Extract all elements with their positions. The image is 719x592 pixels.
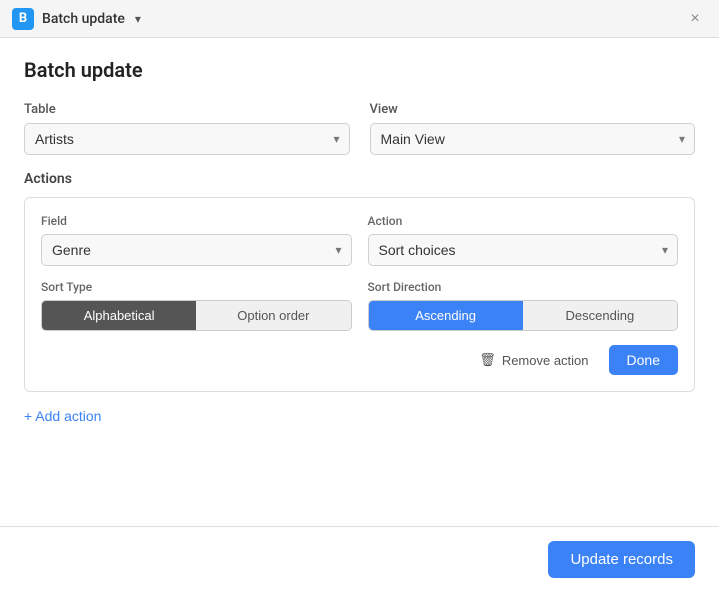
sort-direction-label: Sort Direction <box>368 280 679 294</box>
field-group: Field Genre ▾ <box>41 214 352 266</box>
modal-container: B Batch update ▾ × Batch update Table Ar… <box>0 0 719 592</box>
field-action-row: Field Genre ▾ Action Sort choices ▾ <box>41 214 678 266</box>
action-group: Action Sort choices ▾ <box>368 214 679 266</box>
sort-type-label: Sort Type <box>41 280 352 294</box>
actions-section-label: Actions <box>24 171 695 187</box>
close-button[interactable]: × <box>683 7 707 31</box>
table-label: Table <box>24 102 350 117</box>
sort-row: Sort Type Alphabetical Option order Sort… <box>41 280 678 331</box>
field-select[interactable]: Genre <box>41 234 352 266</box>
sort-type-group: Sort Type Alphabetical Option order <box>41 280 352 331</box>
title-bar-title: Batch update <box>42 11 125 27</box>
sort-direction-ascending-btn[interactable]: Ascending <box>369 301 523 330</box>
table-select[interactable]: Artists <box>24 123 350 155</box>
action-select[interactable]: Sort choices <box>368 234 679 266</box>
app-icon: B <box>12 8 34 30</box>
title-bar-dropdown-btn[interactable]: ▾ <box>133 10 143 28</box>
sort-direction-descending-btn[interactable]: Descending <box>523 301 677 330</box>
add-action-button[interactable]: + Add action <box>24 404 101 428</box>
remove-action-button[interactable]: 🗑 Remove action <box>469 346 598 374</box>
table-select-wrapper: Artists ▾ <box>24 123 350 155</box>
view-select-wrapper: Main View ▾ <box>370 123 696 155</box>
field-label: Field <box>41 214 352 228</box>
done-button[interactable]: Done <box>609 345 678 375</box>
update-records-button[interactable]: Update records <box>548 541 695 578</box>
table-group: Table Artists ▾ <box>24 102 350 155</box>
action-select-wrapper: Sort choices ▾ <box>368 234 679 266</box>
remove-action-label: Remove action <box>502 353 589 368</box>
action-card: Field Genre ▾ Action Sort choices ▾ <box>24 197 695 392</box>
sort-type-option-order-btn[interactable]: Option order <box>196 301 350 330</box>
view-select[interactable]: Main View <box>370 123 696 155</box>
view-label: View <box>370 102 696 117</box>
title-bar: B Batch update ▾ × <box>0 0 719 38</box>
field-select-wrapper: Genre ▾ <box>41 234 352 266</box>
modal-title: Batch update <box>24 58 695 82</box>
action-label: Action <box>368 214 679 228</box>
view-group: View Main View ▾ <box>370 102 696 155</box>
sort-direction-group: Sort Direction Ascending Descending <box>368 280 679 331</box>
trash-icon: 🗑 <box>479 352 496 368</box>
table-view-row: Table Artists ▾ View Main View ▾ <box>24 102 695 155</box>
action-footer: 🗑 Remove action Done <box>41 345 678 375</box>
sort-direction-toggle-group: Ascending Descending <box>368 300 679 331</box>
modal-footer: Update records <box>0 526 719 592</box>
sort-type-alphabetical-btn[interactable]: Alphabetical <box>42 301 196 330</box>
modal-body: Batch update Table Artists ▾ View Main V… <box>0 38 719 526</box>
sort-type-toggle-group: Alphabetical Option order <box>41 300 352 331</box>
title-bar-left: B Batch update ▾ <box>12 8 143 30</box>
app-icon-letter: B <box>19 11 27 26</box>
